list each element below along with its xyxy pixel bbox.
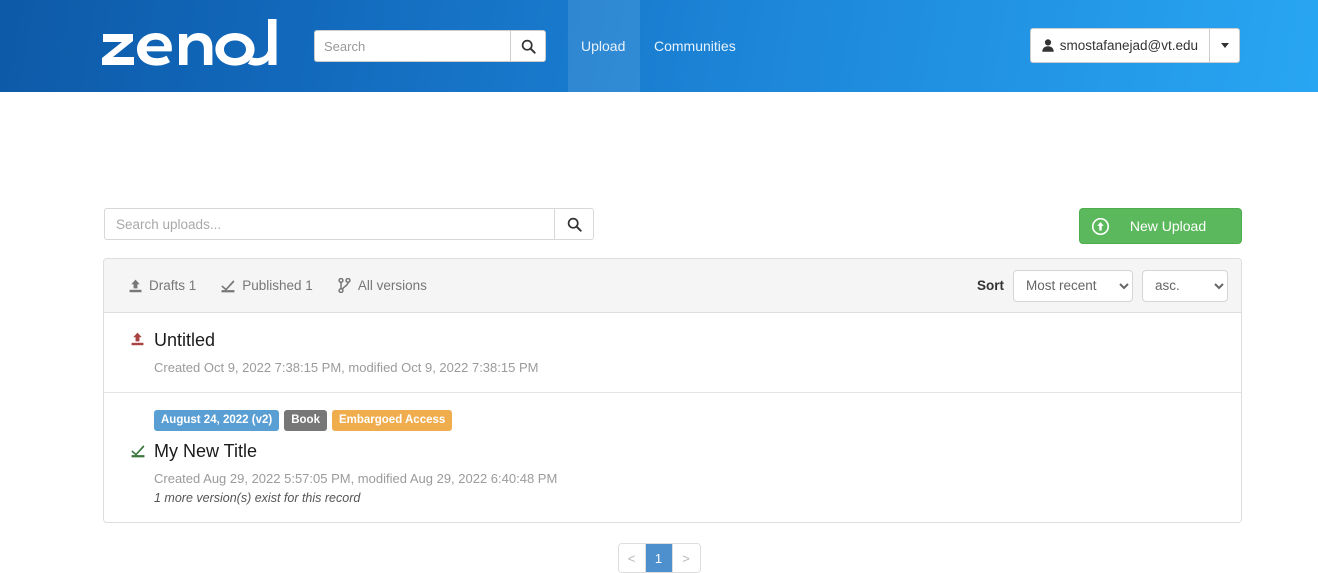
zenodo-logo-icon (102, 19, 277, 66)
badge-version: August 24, 2022 (v2) (154, 410, 280, 431)
badge-type: Book (284, 410, 327, 431)
uploads-panel: Drafts 1 Published 1 All versions Sort M… (103, 258, 1242, 523)
user-icon (1042, 39, 1054, 52)
nav-item-upload[interactable]: Upload (581, 38, 625, 54)
upload-list-item[interactable]: Untitled Created Oct 9, 2022 7:38:15 PM,… (104, 313, 1241, 393)
pagination-group: < 1 > (617, 543, 701, 573)
user-menu-group: smostafanejad@vt.edu (1029, 28, 1240, 63)
new-upload-button[interactable]: New Upload (1079, 208, 1242, 244)
filter-tab-published-label: Published 1 (242, 278, 313, 293)
filter-tab-drafts-label: Drafts 1 (149, 278, 197, 293)
nav-item-communities[interactable]: Communities (654, 38, 736, 54)
sort-order-select[interactable]: asc. (1142, 269, 1228, 302)
filter-tab-published[interactable]: Published 1 (221, 278, 313, 293)
global-search-input[interactable] (314, 30, 510, 62)
global-search-button[interactable] (510, 30, 546, 62)
user-menu-toggle[interactable] (1209, 28, 1240, 63)
upload-icon (129, 279, 142, 292)
sort-controls: Sort Most recent asc. (977, 259, 1228, 312)
site-header: Upload Communities smostafanejad@vt.edu (0, 0, 1318, 92)
badge-access: Embargoed Access (331, 410, 453, 431)
filter-tab-all-versions-label: All versions (357, 278, 427, 293)
zenodo-logo[interactable] (101, 14, 277, 70)
upload-circle-icon (1092, 217, 1109, 235)
pagination-page-1[interactable]: 1 (645, 544, 673, 572)
new-upload-label: New Upload (1129, 218, 1207, 234)
pagination-prev[interactable]: < (618, 544, 646, 572)
pagination: < 1 > (0, 543, 1318, 573)
uploads-search (104, 208, 594, 240)
published-check-icon (131, 444, 145, 458)
uploads-search-button[interactable] (554, 208, 594, 240)
filter-tab-all-versions[interactable]: All versions (338, 278, 427, 293)
draft-upload-icon (131, 332, 144, 346)
upload-timestamps: Created Aug 29, 2022 5:57:05 PM, modifie… (154, 470, 558, 486)
filter-tab-drafts[interactable]: Drafts 1 (129, 278, 196, 293)
search-icon (567, 217, 582, 232)
filter-tabs: Drafts 1 Published 1 All versions (129, 259, 427, 312)
upload-version-note: 1 more version(s) exist for this record (154, 490, 361, 505)
global-search (314, 30, 546, 62)
chevron-down-icon (1220, 43, 1229, 48)
upload-list-item[interactable]: August 24, 2022 (v2) Book Embargoed Acce… (104, 393, 1241, 522)
uploads-search-input[interactable] (104, 208, 554, 240)
publish-check-icon (221, 279, 235, 292)
user-account-button[interactable]: smostafanejad@vt.edu (1029, 28, 1209, 63)
uploads-panel-header: Drafts 1 Published 1 All versions Sort M… (104, 259, 1241, 313)
upload-timestamps: Created Oct 9, 2022 7:38:15 PM, modified… (154, 360, 539, 375)
sort-by-select[interactable]: Most recent (1013, 269, 1133, 302)
uploads-toolbar: New Upload (0, 208, 1318, 244)
code-branch-icon (338, 278, 351, 293)
pagination-next[interactable]: > (672, 544, 700, 572)
sort-label: Sort (977, 278, 1004, 293)
upload-title[interactable]: Untitled (154, 330, 1221, 351)
user-email-label: smostafanejad@vt.edu (1059, 38, 1198, 53)
search-icon (521, 39, 536, 54)
upload-title[interactable]: My New Title (154, 441, 1221, 462)
upload-badges: August 24, 2022 (v2) Book Embargoed Acce… (154, 410, 1221, 431)
